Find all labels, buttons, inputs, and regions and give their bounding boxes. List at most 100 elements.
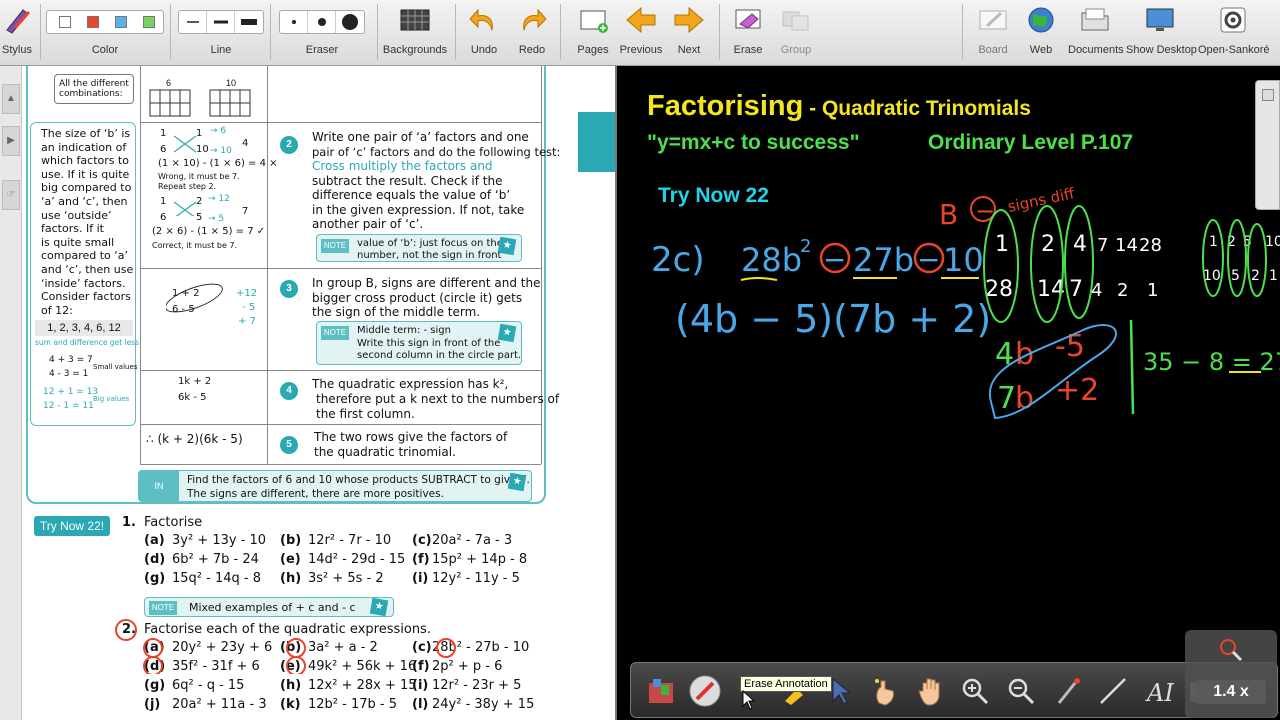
text-tool-icon[interactable]: AI bbox=[1143, 675, 1175, 707]
small-values-label: Small values bbox=[93, 363, 138, 371]
note-line: Mixed examples of + c and - c bbox=[189, 601, 356, 614]
sidebar-play-button[interactable]: ▶ bbox=[2, 126, 20, 156]
erase-button[interactable]: Erase bbox=[726, 0, 770, 66]
eraser-size-picker bbox=[279, 10, 365, 34]
eraser-tool[interactable]: Eraser bbox=[279, 0, 365, 66]
color-swatches bbox=[46, 10, 164, 34]
web-button[interactable]: Web bbox=[1018, 0, 1064, 66]
ink-minus-sign: − bbox=[917, 243, 940, 276]
step-4-badge: 4 bbox=[280, 382, 298, 400]
ink-cross-coefficient: 4 bbox=[995, 337, 1014, 372]
line-thick-option[interactable] bbox=[235, 11, 263, 33]
line-tool[interactable]: Line bbox=[178, 0, 264, 66]
worked-product: - 5 bbox=[242, 302, 256, 313]
group-button[interactable]: Group bbox=[774, 0, 818, 66]
panel-toggle-icon[interactable] bbox=[1262, 89, 1274, 101]
try-now-badge: Try Now 22! bbox=[34, 516, 110, 536]
board-side-panel[interactable] bbox=[1255, 80, 1280, 210]
laser-pointer-icon[interactable] bbox=[1053, 675, 1085, 707]
red-circle-annotations bbox=[115, 619, 456, 674]
stylus-label: Stylus bbox=[2, 44, 32, 56]
magnifier-icon bbox=[1220, 639, 1243, 662]
next-button[interactable]: Next bbox=[666, 0, 712, 66]
question-expression: 15p² + 14p - 8 bbox=[432, 552, 528, 567]
hand-pan-icon[interactable] bbox=[915, 675, 947, 707]
toolbar-divider bbox=[455, 4, 456, 60]
redo-button[interactable]: Redo bbox=[510, 0, 554, 66]
ink-side-factor-bottom: 1 bbox=[1269, 268, 1278, 284]
app-window: Stylus Color Line Eraser Backgrounds Und… bbox=[0, 0, 1280, 720]
swatch-red[interactable] bbox=[87, 16, 99, 28]
note-line: Middle term: - sign bbox=[357, 325, 451, 336]
star-icon: ★ bbox=[369, 597, 389, 617]
zoom-widget[interactable] bbox=[1185, 630, 1277, 718]
ink-side-factor-top: 10 bbox=[1265, 234, 1280, 250]
table-rule bbox=[140, 66, 141, 464]
open-sankore-button[interactable]: Open-Sankoré bbox=[1198, 0, 1270, 66]
mixed-examples-note: NOTE Mixed examples of + c and - c ★ bbox=[144, 597, 394, 617]
swatch-green[interactable] bbox=[143, 16, 155, 28]
ink-expression-term: 27b bbox=[853, 241, 914, 279]
undo-button[interactable]: Undo bbox=[462, 0, 506, 66]
backgrounds-button[interactable]: Backgrounds bbox=[382, 0, 448, 66]
eraser-large-option[interactable] bbox=[336, 11, 364, 33]
documents-label: Documents bbox=[1068, 44, 1124, 56]
question-letter: (g) bbox=[144, 571, 166, 586]
sidebar-scroll-up-button[interactable]: ▲ bbox=[2, 84, 20, 114]
question-letter: (b) bbox=[280, 533, 302, 548]
question-expression: 12b² - 17b - 5 bbox=[308, 697, 397, 712]
sidebar-hand-button[interactable]: ☞ bbox=[2, 180, 20, 210]
documents-button[interactable]: Documents bbox=[1068, 0, 1124, 66]
zoom-out-icon[interactable] bbox=[1005, 675, 1037, 707]
worked-value: 1 bbox=[160, 128, 167, 139]
combinations-callout: All the different combinations: bbox=[54, 74, 134, 104]
draw-line-icon[interactable] bbox=[1097, 675, 1129, 707]
worked-value: 1 bbox=[196, 128, 203, 139]
question-expression: 24y² - 38y + 15 bbox=[432, 697, 535, 712]
question-letter: (i) bbox=[412, 678, 429, 693]
previous-button[interactable]: Previous bbox=[618, 0, 664, 66]
star-icon: ★ bbox=[497, 323, 517, 343]
worked-value: 10 bbox=[196, 144, 209, 155]
factor-boxes-illustration: 6 10 bbox=[149, 78, 251, 117]
small-sum: 4 + 3 = 7 bbox=[49, 355, 93, 365]
pen-icon[interactable] bbox=[689, 675, 721, 707]
whiteboard-canvas[interactable]: Factorising - Quadratic Trinomials "y=mx… bbox=[617, 66, 1280, 720]
question-title: Factorise bbox=[144, 515, 203, 530]
question-letter: (k) bbox=[280, 697, 301, 712]
swatch-white[interactable] bbox=[59, 16, 71, 28]
ink-side-factor-bottom: 5 bbox=[1231, 268, 1240, 284]
step-line: another pair of ‘c’. bbox=[312, 217, 424, 231]
step-line: Cross multiply the factors and bbox=[312, 159, 493, 173]
svg-text:AI: AI bbox=[1145, 679, 1174, 707]
color-label: Color bbox=[91, 44, 119, 56]
folder-icon bbox=[1081, 8, 1109, 31]
grid-background-icon bbox=[400, 9, 430, 31]
svg-text:6: 6 bbox=[166, 78, 171, 88]
ink-factor-top: 14 bbox=[1115, 235, 1138, 256]
note-value-of-b: NOTE value of ‘b’: just focus on the num… bbox=[316, 234, 522, 262]
note-middle-term: NOTE Middle term: - sign Write this sign… bbox=[316, 321, 522, 365]
line-medium-option[interactable] bbox=[207, 11, 235, 33]
zoom-in-icon[interactable] bbox=[959, 675, 991, 707]
next-label: Next bbox=[677, 44, 701, 56]
magic-hand-icon[interactable] bbox=[869, 675, 901, 707]
worked-product: +12 bbox=[236, 288, 258, 299]
eraser-small-option[interactable] bbox=[280, 11, 308, 33]
worked-value: 1 bbox=[160, 196, 167, 207]
worked-difference: 4 bbox=[242, 138, 249, 149]
stylus-tool[interactable]: Stylus bbox=[0, 0, 34, 66]
worked-value: 5 bbox=[196, 212, 203, 223]
question-letter: (d) bbox=[144, 552, 166, 567]
document-viewer[interactable]: ▲ ▶ ☞ All the different combinations: 6 1… bbox=[0, 66, 615, 720]
line-thin-option[interactable] bbox=[179, 11, 207, 33]
color-tool[interactable]: Color bbox=[46, 0, 164, 66]
pages-button[interactable]: Pages bbox=[570, 0, 616, 66]
swatch-blue[interactable] bbox=[115, 16, 127, 28]
eraser-medium-option[interactable] bbox=[308, 11, 336, 33]
ink-side-factor-bottom: 2 bbox=[1251, 268, 1260, 284]
library-icon[interactable] bbox=[645, 675, 677, 707]
board-button[interactable]: Board bbox=[970, 0, 1016, 66]
step-2-badge: 2 bbox=[280, 136, 298, 154]
show-desktop-button[interactable]: Show Desktop bbox=[1126, 0, 1197, 66]
